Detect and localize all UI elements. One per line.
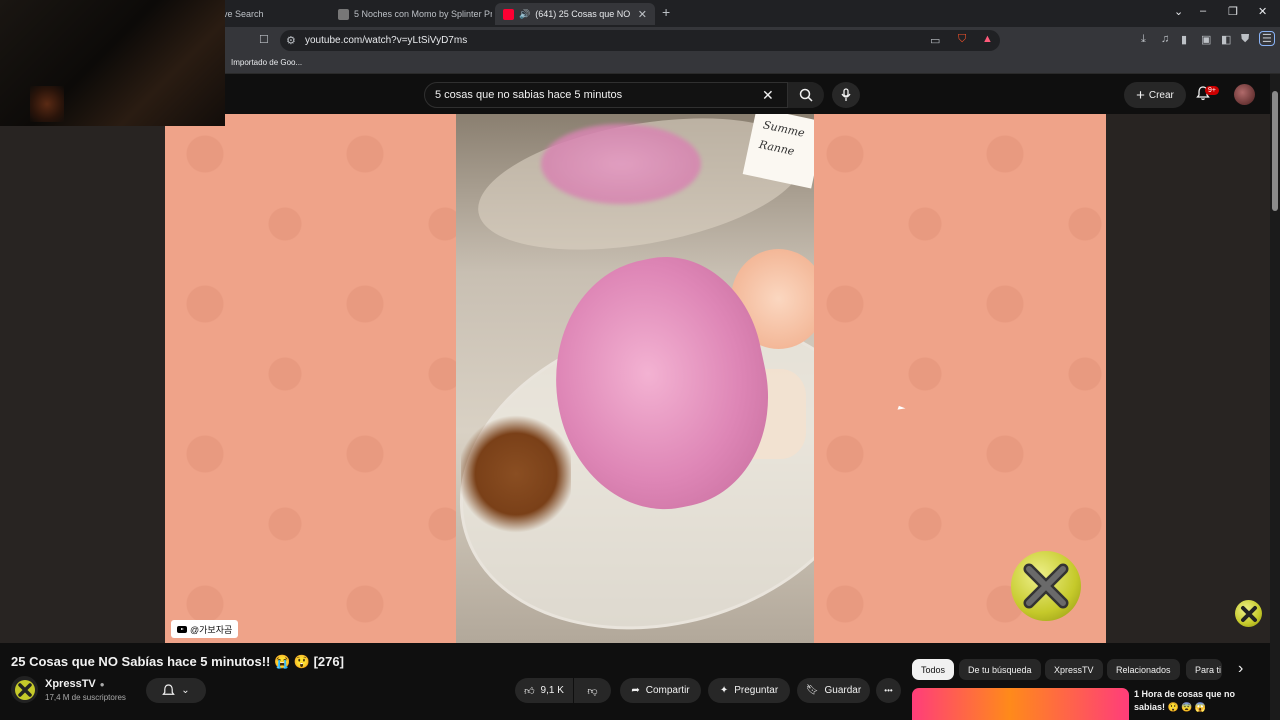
recommendation-title[interactable]: 1 Hora de cosas que no sabias! 😲 😨 😱 bbox=[1134, 688, 1262, 714]
share-arrow-icon: ➦ bbox=[631, 685, 640, 696]
microphone-icon bbox=[841, 88, 851, 101]
plus-icon: + bbox=[1136, 86, 1145, 104]
bookmark-folder[interactable]: Importado de Goo... bbox=[231, 58, 302, 67]
chip-xpresstv[interactable]: XpressTV bbox=[1045, 659, 1103, 680]
ask-button[interactable]: ✦ Preguntar bbox=[708, 678, 790, 703]
create-label: Crear bbox=[1148, 89, 1174, 101]
search-button[interactable] bbox=[787, 82, 824, 108]
chip-todos[interactable]: Todos bbox=[912, 659, 955, 680]
sidebar-icon[interactable]: ▮ bbox=[1181, 33, 1187, 46]
tab-title: ve Search bbox=[223, 9, 264, 19]
voice-search-button[interactable] bbox=[832, 82, 860, 108]
media-icon[interactable]: ♫ bbox=[1161, 33, 1169, 45]
x-badge-icon bbox=[1235, 600, 1262, 627]
chip-para-ti[interactable]: Para ti bbox=[1186, 659, 1222, 680]
browser-tab-momo[interactable]: 5 Noches con Momo by Splinter Pro bbox=[330, 3, 492, 25]
verified-check-icon: ● bbox=[99, 679, 105, 689]
extension-icon[interactable]: ◧ bbox=[1221, 33, 1231, 46]
thumbs-up-icon: 👍︎ bbox=[524, 685, 535, 697]
tab-title: (641) 25 Cosas que NO Sabía bbox=[535, 9, 633, 19]
notification-badge: 9+ bbox=[1205, 86, 1219, 95]
video-info-section: 25 Cosas que NO Sabías hace 5 minutos!! … bbox=[0, 643, 1270, 720]
creator-handle: @가보자곰 bbox=[190, 624, 233, 635]
brave-shield-icon[interactable]: ⛉ bbox=[958, 33, 966, 46]
xpress-x-icon bbox=[14, 679, 35, 700]
scrollbar-thumb[interactable] bbox=[1272, 91, 1278, 211]
more-actions-button[interactable]: ••• bbox=[876, 678, 901, 703]
chips-next-icon[interactable]: › bbox=[1238, 660, 1243, 678]
site-info-icon[interactable]: ⚙ bbox=[286, 34, 296, 47]
tab-title: 5 Noches con Momo by Splinter Pro bbox=[354, 9, 492, 19]
rewards-icon[interactable]: ▲ bbox=[982, 33, 993, 45]
screen: ve Search 5 Noches con Momo by Splinter … bbox=[0, 0, 1280, 720]
tab-search-icon[interactable]: ⌄ bbox=[1174, 5, 1183, 18]
like-count: 9,1 K bbox=[540, 685, 564, 696]
chip-relacionados[interactable]: Relacionados bbox=[1107, 659, 1180, 680]
tab-favicon-icon bbox=[338, 8, 349, 20]
creator-watermark: @가보자곰 bbox=[171, 620, 239, 638]
address-bar[interactable]: ⚙ youtube.com/watch?v=yLtSiVyD7ms ▭ ⛉ ▲ bbox=[280, 30, 1000, 51]
crumbs bbox=[461, 414, 571, 534]
channel-name-row[interactable]: XpressTV ● bbox=[45, 678, 105, 690]
video-frame: Summe Ranne bbox=[456, 114, 814, 643]
minimize-icon[interactable]: – bbox=[1200, 5, 1206, 17]
new-tab-button[interactable]: + bbox=[662, 4, 670, 20]
bookmark-star-icon[interactable]: ☐ bbox=[259, 33, 269, 46]
thumbs-down-icon: 👎︎ bbox=[587, 685, 598, 697]
subscription-bell-button[interactable]: ⌄ bbox=[146, 678, 206, 703]
share-button[interactable]: ➦ Compartir bbox=[620, 678, 701, 703]
chevron-down-icon: ⌄ bbox=[181, 685, 190, 696]
browser-tab-search[interactable]: ve Search bbox=[215, 3, 325, 25]
create-button[interactable]: + Crear bbox=[1124, 82, 1186, 108]
save-button[interactable]: 🔖︎ Guardar bbox=[797, 678, 870, 703]
cast-icon[interactable]: ▭ bbox=[930, 34, 940, 47]
sparkle-icon: ✦ bbox=[719, 685, 729, 696]
recommendation-thumbnail[interactable] bbox=[912, 688, 1129, 720]
youtube-favicon-icon bbox=[503, 8, 514, 20]
close-window-icon[interactable]: ✕ bbox=[1258, 5, 1267, 18]
webcam-overlay bbox=[0, 0, 225, 126]
webcam-light bbox=[30, 86, 64, 122]
wallet-icon[interactable]: ▣ bbox=[1201, 33, 1211, 46]
more-dots-icon: ••• bbox=[884, 686, 893, 695]
x-logo-icon bbox=[1011, 551, 1081, 621]
youtube-logo-icon bbox=[177, 625, 187, 633]
like-button[interactable]: 👍︎ 9,1 K bbox=[515, 678, 573, 703]
search-input[interactable]: 5 cosas que no sabias hace 5 minutos bbox=[435, 89, 622, 101]
url-text[interactable]: youtube.com/watch?v=yLtSiVyD7ms bbox=[305, 35, 467, 46]
video-player[interactable]: Summe Ranne @가보자곰 bbox=[165, 114, 1106, 643]
search-icon bbox=[799, 88, 813, 102]
channel-name[interactable]: XpressTV bbox=[45, 678, 96, 690]
page-scrollbar[interactable] bbox=[1270, 74, 1280, 720]
bell-icon bbox=[162, 683, 176, 695]
vpn-icon[interactable]: ⛊ bbox=[1241, 33, 1249, 46]
back-pink-dessert bbox=[541, 124, 701, 204]
download-icon[interactable]: ⤓ bbox=[1141, 33, 1146, 46]
account-avatar[interactable] bbox=[1234, 84, 1255, 105]
restore-icon[interactable]: ❐ bbox=[1228, 5, 1238, 18]
video-title: 25 Cosas que NO Sabías hace 5 minutos!! … bbox=[11, 654, 344, 669]
subscriber-count: 17,4 M de suscriptores bbox=[45, 693, 126, 702]
clear-search-icon[interactable]: ✕ bbox=[762, 87, 774, 104]
browser-tab-youtube[interactable]: 🔊 (641) 25 Cosas que NO Sabía ✕ bbox=[495, 3, 655, 25]
save-label: Guardar bbox=[824, 685, 862, 696]
share-label: Compartir bbox=[645, 685, 690, 696]
channel-avatar[interactable] bbox=[11, 676, 38, 703]
ask-label: Preguntar bbox=[734, 685, 779, 696]
speaker-icon: 🔊 bbox=[519, 8, 531, 19]
chip-de-tu-busqueda[interactable]: De tu búsqueda bbox=[959, 659, 1041, 680]
bookmark-icon: 🔖︎ bbox=[805, 685, 819, 696]
search-box[interactable]: 5 cosas que no sabias hace 5 minutos ✕ bbox=[424, 82, 824, 108]
dislike-button[interactable]: 👎︎ bbox=[574, 678, 611, 703]
close-tab-icon[interactable]: ✕ bbox=[638, 8, 647, 21]
menu-icon[interactable]: ☰ bbox=[1259, 31, 1275, 46]
